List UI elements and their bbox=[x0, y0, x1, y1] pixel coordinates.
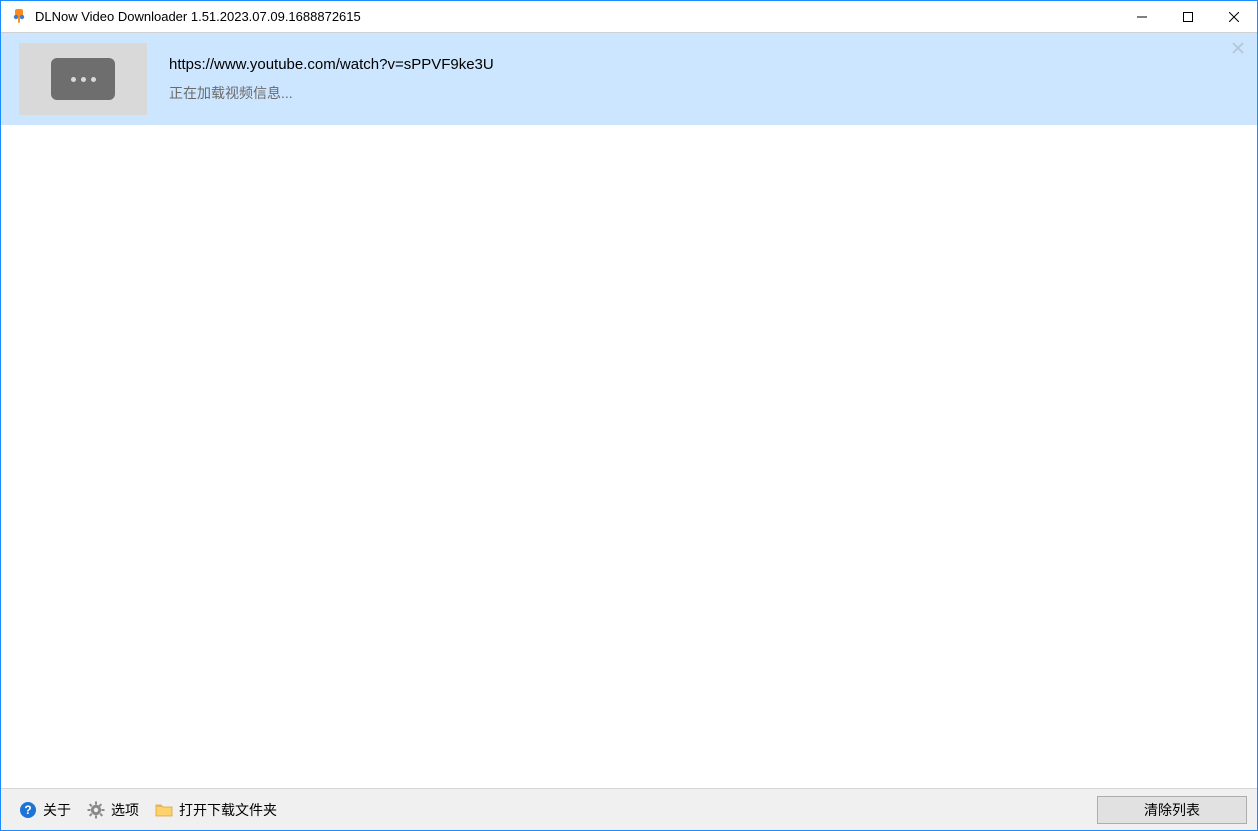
window-title: DLNow Video Downloader 1.51.2023.07.09.1… bbox=[35, 9, 361, 24]
minimize-button[interactable] bbox=[1119, 1, 1165, 32]
clear-list-label: 清除列表 bbox=[1144, 800, 1200, 820]
gear-icon bbox=[87, 801, 105, 819]
svg-text:?: ? bbox=[24, 803, 31, 817]
app-icon bbox=[11, 9, 27, 25]
maximize-button[interactable] bbox=[1165, 1, 1211, 32]
open-download-folder-button[interactable]: 打开下载文件夹 bbox=[147, 796, 285, 824]
item-text-block: https://www.youtube.com/watch?v=sPPVF9ke… bbox=[169, 56, 1243, 103]
folder-icon bbox=[155, 801, 173, 819]
item-url: https://www.youtube.com/watch?v=sPPVF9ke… bbox=[169, 56, 1243, 73]
about-button[interactable]: ? 关于 bbox=[11, 796, 79, 824]
clear-list-button[interactable]: 清除列表 bbox=[1097, 796, 1247, 824]
help-icon: ? bbox=[19, 801, 37, 819]
download-list: https://www.youtube.com/watch?v=sPPVF9ke… bbox=[1, 33, 1257, 788]
titlebar: DLNow Video Downloader 1.51.2023.07.09.1… bbox=[1, 1, 1257, 33]
list-item[interactable]: https://www.youtube.com/watch?v=sPPVF9ke… bbox=[1, 33, 1257, 126]
video-thumbnail-placeholder bbox=[19, 43, 147, 115]
about-label: 关于 bbox=[43, 800, 71, 820]
options-button[interactable]: 选项 bbox=[79, 796, 147, 824]
close-button[interactable] bbox=[1211, 1, 1257, 32]
window-controls bbox=[1119, 1, 1257, 32]
app-window: DLNow Video Downloader 1.51.2023.07.09.1… bbox=[0, 0, 1258, 831]
options-label: 选项 bbox=[111, 800, 139, 820]
item-status: 正在加载视频信息... bbox=[169, 83, 1243, 103]
bottom-toolbar: ? 关于 选项 bbox=[1, 788, 1257, 830]
open-folder-label: 打开下载文件夹 bbox=[179, 800, 277, 820]
remove-item-button[interactable] bbox=[1229, 39, 1247, 57]
